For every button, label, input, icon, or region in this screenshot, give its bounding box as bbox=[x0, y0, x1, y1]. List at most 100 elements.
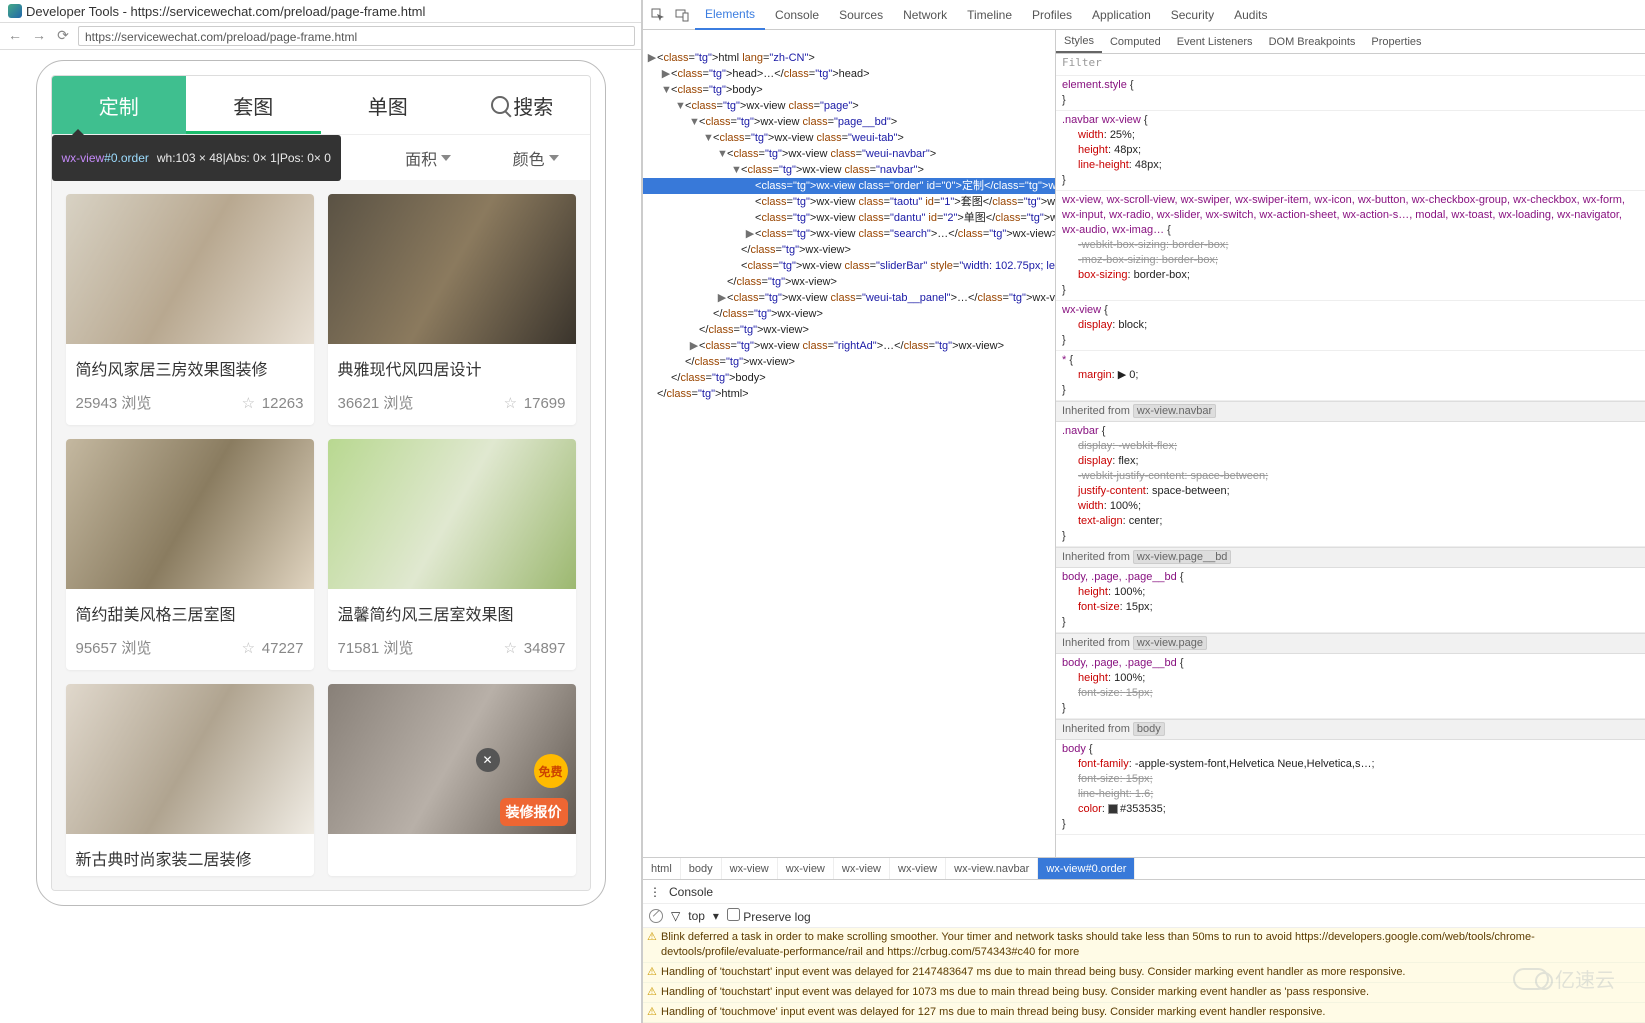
breadcrumb-item[interactable]: wx-view bbox=[722, 858, 778, 879]
devtools-tab-audits[interactable]: Audits bbox=[1224, 0, 1277, 30]
filter-icon[interactable]: ▽ bbox=[671, 909, 680, 923]
filter-颜色[interactable]: 颜色 bbox=[482, 135, 590, 180]
breadcrumb-item[interactable]: body bbox=[681, 858, 722, 879]
chevron-down-icon bbox=[441, 155, 451, 161]
console-warning[interactable]: ⚠Blink deferred a task in order to make … bbox=[643, 928, 1645, 963]
css-rule[interactable]: body {font-family: -apple-system-font,He… bbox=[1056, 740, 1645, 835]
dom-node[interactable]: </class="tg">wx-view> bbox=[643, 354, 1055, 370]
watermark: 亿速云 bbox=[1513, 964, 1615, 993]
breadcrumb-item[interactable]: wx-view bbox=[890, 858, 946, 879]
css-rule[interactable]: * {margin: ▶ 0;} bbox=[1056, 351, 1645, 401]
styles-tab-dom-breakpoints[interactable]: DOM Breakpoints bbox=[1261, 30, 1364, 53]
console-menu-icon[interactable]: ⋮ bbox=[649, 885, 661, 899]
dom-node[interactable]: ▼<class="tg">body> bbox=[643, 82, 1055, 98]
dom-node[interactable]: ▼<class="tg">wx-view class="navbar"> bbox=[643, 162, 1055, 178]
css-rule[interactable]: wx-view {display: block;} bbox=[1056, 301, 1645, 351]
tab-定制[interactable]: 定制 bbox=[52, 76, 187, 134]
breadcrumb-item[interactable]: wx-view#0.order bbox=[1038, 858, 1135, 879]
styles-tab-properties[interactable]: Properties bbox=[1363, 30, 1429, 53]
star-icon[interactable]: ☆ bbox=[504, 394, 520, 410]
breadcrumb-item[interactable]: html bbox=[643, 858, 681, 879]
address-bar: ← → ⟳ https://servicewechat.com/preload/… bbox=[0, 22, 641, 50]
dom-node[interactable]: </class="tg">wx-view> bbox=[643, 306, 1055, 322]
clear-console-icon[interactable] bbox=[649, 909, 663, 923]
dom-node[interactable]: </class="tg">wx-view> bbox=[643, 274, 1055, 290]
star-icon[interactable]: ☆ bbox=[242, 394, 258, 410]
breadcrumb-item[interactable]: wx-view bbox=[834, 858, 890, 879]
back-button[interactable]: ← bbox=[6, 27, 24, 45]
dom-node[interactable]: ▼<class="tg">wx-view class="weui-tab"> bbox=[643, 130, 1055, 146]
styles-tab-styles[interactable]: Styles bbox=[1056, 30, 1102, 53]
gallery-card[interactable]: 简约风家居三房效果图装修25943 浏览☆ 12263 bbox=[66, 194, 314, 425]
dom-node[interactable]: </class="tg">wx-view> bbox=[643, 322, 1055, 338]
devtools-tab-elements[interactable]: Elements bbox=[695, 0, 765, 30]
css-rule[interactable]: body, .page, .page__bd {height: 100%;fon… bbox=[1056, 568, 1645, 633]
gallery-card[interactable]: 新古典时尚家装二居装修 bbox=[66, 684, 314, 876]
dom-node[interactable]: ▶<class="tg">wx-view class="rightAd">…</… bbox=[643, 338, 1055, 354]
css-rule[interactable]: .navbar {display: -webkit-flex;display: … bbox=[1056, 422, 1645, 547]
styles-filter-input[interactable]: Filter bbox=[1056, 54, 1645, 76]
devtools-tabs: ElementsConsoleSourcesNetworkTimelinePro… bbox=[643, 0, 1645, 30]
card-meta: 25943 浏览☆ 12263 bbox=[66, 386, 314, 425]
inspect-element-icon[interactable] bbox=[647, 4, 669, 26]
dom-node[interactable]: ▼<class="tg">wx-view class="weui-navbar"… bbox=[643, 146, 1055, 162]
tab-套图[interactable]: 套图 bbox=[186, 76, 321, 134]
gallery-card[interactable]: ✕免费装修报价 bbox=[328, 684, 576, 876]
css-rule[interactable]: element.style {} bbox=[1056, 76, 1645, 111]
star-icon[interactable]: ☆ bbox=[242, 639, 258, 655]
css-rule[interactable]: body, .page, .page__bd {height: 100%;fon… bbox=[1056, 654, 1645, 719]
close-icon[interactable]: ✕ bbox=[476, 748, 500, 772]
dom-node[interactable]: <class="tg">wx-view class="taotu" id="1"… bbox=[643, 194, 1055, 210]
dom-node[interactable]: </class="tg">body> bbox=[643, 370, 1055, 386]
styles-tab-computed[interactable]: Computed bbox=[1102, 30, 1169, 53]
console-scope[interactable]: top bbox=[688, 909, 705, 923]
promo-badge[interactable]: ✕免费装修报价 bbox=[482, 754, 568, 826]
elements-dom-tree[interactable]: ▶<class="tg">html lang="zh-CN">▶<class="… bbox=[643, 30, 1055, 857]
devtools-tab-security[interactable]: Security bbox=[1161, 0, 1224, 30]
console-messages[interactable]: ⚠Blink deferred a task in order to make … bbox=[643, 928, 1645, 1023]
device-screen[interactable]: 定制套图单图搜索 wx-view#0.order wh:103 × 48|Abs… bbox=[51, 75, 591, 891]
gallery-card[interactable]: 简约甜美风格三居室图95657 浏览☆ 47227 bbox=[66, 439, 314, 670]
dom-node[interactable]: ▶<class="tg">wx-view class="search">…</c… bbox=[643, 226, 1055, 242]
star-icon[interactable]: ☆ bbox=[504, 639, 520, 655]
console-warning[interactable]: ⚠Handling of 'touchstart' input event wa… bbox=[643, 983, 1645, 1003]
dom-node[interactable]: ▶<class="tg">html lang="zh-CN"> bbox=[643, 50, 1055, 66]
reload-button[interactable]: ⟳ bbox=[54, 27, 72, 45]
dom-node[interactable]: <class="tg">wx-view class="sliderBar" st… bbox=[643, 258, 1055, 274]
breadcrumb-item[interactable]: wx-view.navbar bbox=[946, 858, 1038, 879]
devtools-tab-network[interactable]: Network bbox=[893, 0, 957, 30]
warning-icon: ⚠ bbox=[647, 965, 661, 980]
dom-node[interactable]: </class="tg">html> bbox=[643, 386, 1055, 402]
devtools-tab-profiles[interactable]: Profiles bbox=[1022, 0, 1082, 30]
preserve-log-checkbox[interactable]: Preserve log bbox=[727, 908, 811, 924]
gallery-card[interactable]: 典雅现代风四居设计36621 浏览☆ 17699 bbox=[328, 194, 576, 425]
devtools-tab-sources[interactable]: Sources bbox=[829, 0, 893, 30]
tab-搜索[interactable]: 搜索 bbox=[455, 76, 590, 134]
dom-node[interactable]: <class="tg">wx-view class="order" id="0"… bbox=[643, 178, 1055, 194]
breadcrumb-item[interactable]: wx-view bbox=[778, 858, 834, 879]
dom-node[interactable]: ▼<class="tg">wx-view class="page__bd"> bbox=[643, 114, 1055, 130]
dom-node[interactable]: ▶<class="tg">head>…</class="tg">head> bbox=[643, 66, 1055, 82]
filter-面积[interactable]: 面积 bbox=[374, 135, 482, 180]
dom-breadcrumb[interactable]: htmlbodywx-viewwx-viewwx-viewwx-viewwx-v… bbox=[643, 857, 1645, 879]
css-rule[interactable]: .navbar wx-view {width: 25%;height: 48px… bbox=[1056, 111, 1645, 191]
warning-icon: ⚠ bbox=[647, 1005, 661, 1020]
dom-node[interactable]: <class="tg">wx-view class="dantu" id="2"… bbox=[643, 210, 1055, 226]
gallery-card[interactable]: 温馨简约风三居室效果图71581 浏览☆ 34897 bbox=[328, 439, 576, 670]
dom-node[interactable]: </class="tg">wx-view> bbox=[643, 242, 1055, 258]
dom-node[interactable] bbox=[643, 34, 1055, 50]
devtools-tab-timeline[interactable]: Timeline bbox=[957, 0, 1022, 30]
console-warning[interactable]: ⚠Handling of 'touchmove' input event was… bbox=[643, 1003, 1645, 1023]
devtools-tab-console[interactable]: Console bbox=[765, 0, 829, 30]
styles-tab-event-listeners[interactable]: Event Listeners bbox=[1169, 30, 1261, 53]
css-rule[interactable]: wx-view, wx-scroll-view, wx-swiper, wx-s… bbox=[1056, 191, 1645, 301]
dom-node[interactable]: ▼<class="tg">wx-view class="page"> bbox=[643, 98, 1055, 114]
device-mode-icon[interactable] bbox=[671, 4, 693, 26]
forward-button[interactable]: → bbox=[30, 27, 48, 45]
css-rules[interactable]: element.style {}.navbar wx-view {width: … bbox=[1056, 76, 1645, 857]
tab-单图[interactable]: 单图 bbox=[321, 76, 456, 134]
devtools-tab-application[interactable]: Application bbox=[1082, 0, 1161, 30]
dom-node[interactable]: ▶<class="tg">wx-view class="weui-tab__pa… bbox=[643, 290, 1055, 306]
console-warning[interactable]: ⚠Handling of 'touchstart' input event wa… bbox=[643, 963, 1645, 983]
url-field[interactable]: https://servicewechat.com/preload/page-f… bbox=[78, 26, 635, 46]
